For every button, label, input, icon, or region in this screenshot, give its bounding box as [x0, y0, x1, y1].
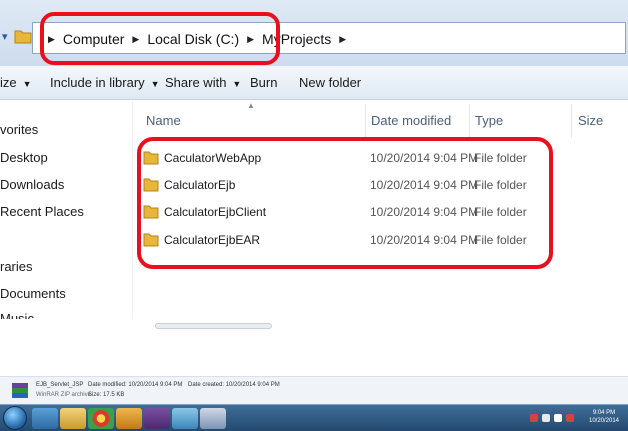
nav-item-recent-places[interactable]: Recent Places [0, 204, 84, 219]
clock[interactable]: 9:04 PM 10/20/2014 [582, 409, 626, 425]
chevron-down-icon[interactable]: ▾ [2, 30, 12, 44]
file-explorer-icon[interactable] [60, 408, 86, 429]
winrar-archive-icon [12, 383, 28, 398]
details-pane: EJB_Servlet_JSP WinRAR ZIP archive Date … [0, 376, 628, 404]
share-with-label: Share with [165, 75, 227, 90]
nav-item-downloads[interactable]: Downloads [0, 177, 64, 192]
taskbar: 9:04 PM 10/20/2014 [0, 404, 628, 431]
column-header-type[interactable]: Type [475, 113, 503, 128]
pane-divider[interactable] [132, 101, 133, 319]
security-icon[interactable] [566, 414, 574, 422]
highlight-annotation [40, 12, 280, 65]
nav-item-libraries[interactable]: raries [0, 259, 33, 274]
clock-date: 10/20/2014 [588, 418, 620, 424]
app-icon[interactable] [172, 408, 198, 429]
winrar-icon[interactable] [144, 408, 170, 429]
new-folder-button[interactable]: New folder [299, 75, 361, 90]
app-icon[interactable] [116, 408, 142, 429]
column-divider[interactable] [365, 104, 366, 138]
system-tray [530, 412, 580, 424]
details-date-modified: Date modified: 10/20/2014 9:04 PM [88, 382, 183, 388]
chevron-down-icon: ▼ [232, 79, 242, 89]
navigation-pane: vorites Desktop Downloads Recent Places … [0, 101, 132, 319]
organize-label: ize [0, 75, 17, 90]
include-in-library-label: Include in library [50, 75, 145, 90]
nav-item-desktop[interactable]: Desktop [0, 150, 48, 165]
nav-item-music[interactable]: Music [0, 311, 34, 319]
command-bar: ize ▼ Include in library ▼ Share with ▼ Bur… [0, 66, 628, 100]
volume-icon[interactable] [554, 414, 562, 422]
column-header-size[interactable]: Size [578, 113, 603, 128]
chevron-down-icon: ▼ [22, 79, 32, 89]
network-icon[interactable] [542, 414, 550, 422]
highlight-annotation [137, 137, 553, 269]
details-date-created: Date created: 10/20/2014 9:04 PM [188, 382, 280, 388]
address-bar-area: ▾ ▶ Computer ▶ Local Disk (C:) ▶ MyProje… [0, 0, 628, 66]
details-file-kind: WinRAR ZIP archive [36, 392, 91, 398]
folder-icon [14, 30, 32, 44]
chrome-icon[interactable] [88, 408, 114, 429]
details-size: Size: 17.5 KB [88, 392, 125, 398]
nav-item-favorites[interactable]: vorites [0, 122, 38, 137]
chevron-right-icon[interactable]: ▶ [339, 34, 346, 45]
chevron-down-icon: ▼ [150, 79, 160, 89]
column-divider[interactable] [571, 104, 572, 138]
burn-button[interactable]: Burn [250, 75, 277, 90]
sort-ascending-icon: ▲ [247, 101, 255, 110]
word-icon[interactable] [200, 408, 226, 429]
notification-flag-icon[interactable] [530, 414, 538, 422]
organize-button[interactable]: ize ▼ [0, 75, 32, 90]
start-button[interactable] [3, 406, 27, 430]
nav-item-documents[interactable]: Documents [0, 286, 66, 301]
clock-time: 9:04 PM [592, 410, 616, 416]
column-header-date-modified[interactable]: Date modified [371, 113, 451, 128]
column-header-name[interactable]: Name [146, 113, 181, 128]
internet-explorer-icon[interactable] [32, 408, 58, 429]
include-in-library-button[interactable]: Include in library ▼ [50, 75, 160, 90]
horizontal-scrollbar[interactable] [155, 323, 272, 329]
details-file-name: EJB_Servlet_JSP [36, 382, 84, 388]
share-with-button[interactable]: Share with ▼ [165, 75, 241, 90]
column-divider[interactable] [469, 104, 470, 138]
